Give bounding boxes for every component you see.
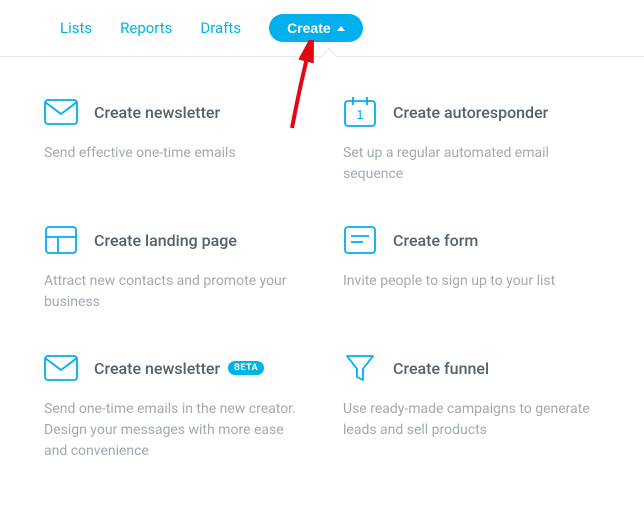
card-title: Create landing page bbox=[94, 231, 237, 250]
svg-text:1: 1 bbox=[356, 107, 363, 122]
card-create-form[interactable]: Create form Invite people to sign up to … bbox=[343, 225, 600, 313]
card-title: Create newsletter bbox=[94, 103, 220, 122]
card-create-landing-page[interactable]: Create landing page Attract new contacts… bbox=[44, 225, 301, 313]
layout-icon bbox=[44, 225, 78, 255]
dropdown-caret-icon bbox=[320, 49, 338, 58]
card-title-text: Create newsletter bbox=[94, 359, 220, 378]
calendar-icon: 1 bbox=[343, 97, 377, 127]
card-title: Create autoresponder bbox=[393, 103, 548, 122]
nav-lists[interactable]: Lists bbox=[60, 19, 92, 37]
beta-badge: BETA bbox=[228, 361, 264, 375]
envelope-icon bbox=[44, 353, 78, 383]
card-create-newsletter[interactable]: Create newsletter Send effective one-tim… bbox=[44, 97, 301, 185]
create-button[interactable]: Create bbox=[269, 14, 363, 42]
funnel-icon bbox=[343, 353, 377, 383]
card-desc: Set up a regular automated email sequenc… bbox=[343, 143, 600, 185]
card-desc: Send effective one-time emails bbox=[44, 143, 301, 164]
create-button-label: Create bbox=[287, 20, 331, 36]
card-create-newsletter-beta[interactable]: Create newsletter BETA Send one-time ema… bbox=[44, 353, 301, 462]
chevron-up-icon bbox=[337, 26, 345, 31]
top-nav: Lists Reports Drafts Create bbox=[0, 0, 644, 57]
card-title: Create form bbox=[393, 231, 478, 250]
card-desc: Use ready-made campaigns to generate lea… bbox=[343, 399, 600, 441]
envelope-icon bbox=[44, 97, 78, 127]
nav-drafts[interactable]: Drafts bbox=[200, 19, 241, 37]
card-title: Create newsletter BETA bbox=[94, 359, 264, 378]
card-desc: Send one-time emails in the new creator.… bbox=[44, 399, 301, 462]
card-title: Create funnel bbox=[393, 359, 489, 378]
card-create-autoresponder[interactable]: 1 Create autoresponder Set up a regular … bbox=[343, 97, 600, 185]
create-menu: Create newsletter Send effective one-tim… bbox=[0, 57, 644, 462]
card-desc: Attract new contacts and promote your bu… bbox=[44, 271, 301, 313]
card-desc: Invite people to sign up to your list bbox=[343, 271, 600, 292]
form-icon bbox=[343, 225, 377, 255]
card-create-funnel[interactable]: Create funnel Use ready-made campaigns t… bbox=[343, 353, 600, 462]
nav-reports[interactable]: Reports bbox=[120, 19, 172, 37]
